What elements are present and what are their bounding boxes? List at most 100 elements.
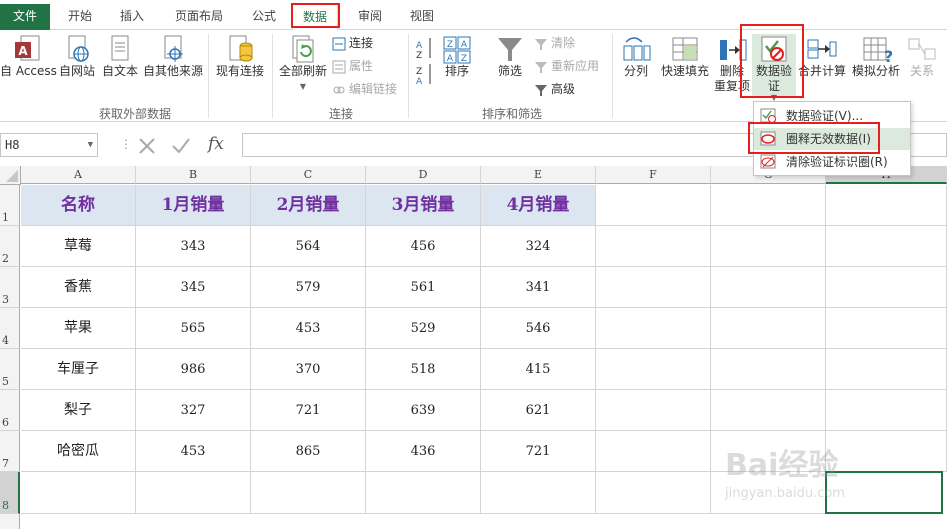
text-to-columns-button[interactable]: 分列 [616, 34, 656, 79]
table-cell[interactable]: 哈密瓜 [21, 431, 136, 472]
consolidate-button[interactable]: 合并计算 [796, 34, 848, 79]
from-text-button[interactable]: 自文本 [100, 34, 140, 79]
table-cell[interactable]: 456 [366, 226, 481, 267]
column-header-b[interactable]: B [136, 166, 251, 184]
row-header-1[interactable]: 1 [0, 185, 20, 226]
table-cell[interactable] [826, 349, 947, 390]
table-cell[interactable] [711, 431, 826, 472]
table-cell[interactable]: 345 [136, 267, 251, 308]
tab-page-layout[interactable]: 页面布局 [164, 4, 234, 28]
what-if-analysis-button[interactable]: ? 模拟分析 [850, 34, 902, 79]
table-cell[interactable] [711, 267, 826, 308]
insert-function-icon[interactable]: fx [208, 134, 224, 154]
sort-az-button[interactable]: A Z Z A [412, 36, 438, 86]
header-cell-mar[interactable]: 3月销量 [366, 185, 481, 226]
connections-button[interactable]: 连接 [332, 33, 373, 53]
header-cell-jan[interactable]: 1月销量 [136, 185, 251, 226]
table-cell[interactable]: 苹果 [21, 308, 136, 349]
table-cell[interactable] [826, 267, 947, 308]
row-header-7[interactable]: 7 [0, 431, 20, 472]
table-cell[interactable] [21, 472, 136, 514]
from-other-sources-button[interactable]: 自其他来源 [142, 34, 204, 79]
row-header-2[interactable]: 2 [0, 226, 20, 267]
table-cell[interactable] [826, 308, 947, 349]
clear-filter-button[interactable]: 清除 [534, 33, 575, 53]
row-header-6[interactable]: 6 [0, 390, 20, 431]
tab-formulas[interactable]: 公式 [242, 4, 286, 28]
table-cell[interactable] [596, 431, 711, 472]
header-cell-name[interactable]: 名称 [21, 185, 136, 226]
select-all-corner[interactable] [0, 166, 21, 185]
table-cell[interactable]: 986 [136, 349, 251, 390]
table-cell[interactable]: 草莓 [21, 226, 136, 267]
table-cell[interactable]: 621 [481, 390, 596, 431]
from-web-button[interactable]: 自网站 [56, 34, 98, 79]
table-cell[interactable]: 324 [481, 226, 596, 267]
header-cell-feb[interactable]: 2月销量 [251, 185, 366, 226]
cancel-icon[interactable] [136, 135, 158, 155]
table-cell[interactable] [596, 308, 711, 349]
tab-data[interactable]: 数据 [292, 4, 338, 31]
properties-button[interactable]: 属性 [332, 56, 373, 76]
table-cell[interactable] [136, 472, 251, 514]
table-cell[interactable]: 561 [366, 267, 481, 308]
table-cell[interactable] [366, 472, 481, 514]
advanced-filter-button[interactable]: 高级 [534, 79, 575, 99]
column-header-d[interactable]: D [366, 166, 481, 184]
column-header-f[interactable]: F [596, 166, 711, 184]
table-cell[interactable] [711, 472, 826, 514]
table-cell[interactable]: 341 [481, 267, 596, 308]
from-access-button[interactable]: A 自 Access [0, 34, 57, 79]
filter-button[interactable]: 筛选 [490, 34, 530, 79]
active-cell-h8[interactable] [825, 471, 943, 514]
table-cell[interactable]: 639 [366, 390, 481, 431]
tab-file[interactable]: 文件 [0, 4, 50, 30]
existing-connections-button[interactable]: 现有连接 [212, 34, 268, 79]
row-header-8[interactable]: 8 [0, 472, 20, 514]
table-cell[interactable] [596, 472, 711, 514]
table-cell[interactable]: 453 [136, 431, 251, 472]
reapply-button[interactable]: 重新应用 [534, 56, 599, 76]
table-cell[interactable] [826, 185, 947, 226]
table-cell[interactable] [596, 267, 711, 308]
flash-fill-button[interactable]: 快速填充 [658, 34, 712, 79]
table-cell[interactable]: 453 [251, 308, 366, 349]
relationships-button[interactable]: 关系 [902, 34, 942, 79]
table-cell[interactable]: 546 [481, 308, 596, 349]
table-cell[interactable] [826, 226, 947, 267]
name-box[interactable]: H8 ▼ [0, 133, 98, 157]
tab-home[interactable]: 开始 [58, 4, 102, 28]
table-cell[interactable] [711, 308, 826, 349]
table-cell[interactable]: 865 [251, 431, 366, 472]
table-cell[interactable] [711, 349, 826, 390]
table-cell[interactable]: 579 [251, 267, 366, 308]
tab-review[interactable]: 审阅 [348, 4, 392, 28]
enter-check-icon[interactable] [170, 135, 192, 155]
column-header-a[interactable]: A [21, 166, 136, 184]
table-cell[interactable] [826, 390, 947, 431]
header-cell-apr[interactable]: 4月销量 [481, 185, 596, 226]
table-cell[interactable] [596, 226, 711, 267]
column-header-e[interactable]: E [481, 166, 596, 184]
table-cell[interactable] [596, 349, 711, 390]
data-validation-button[interactable]: 数据验 证 ▼ [752, 34, 796, 102]
menu-item-clear-validation-circles[interactable]: 清除验证标识圈(R) [754, 151, 910, 173]
table-cell[interactable]: 370 [251, 349, 366, 390]
table-cell[interactable]: 721 [481, 431, 596, 472]
row-header-9[interactable] [0, 514, 20, 529]
table-cell[interactable]: 565 [136, 308, 251, 349]
tab-insert[interactable]: 插入 [110, 4, 154, 28]
row-header-5[interactable]: 5 [0, 349, 20, 390]
row-header-4[interactable]: 4 [0, 308, 20, 349]
remove-duplicates-button[interactable]: 删除 重复项 [712, 34, 752, 94]
table-cell[interactable]: 梨子 [21, 390, 136, 431]
sort-button[interactable]: Z A A Z 排序 [440, 34, 474, 79]
menu-item-circle-invalid-data[interactable]: 圈释无效数据(I) [754, 128, 910, 150]
menu-item-data-validation[interactable]: 数据验证(V)... [754, 105, 910, 127]
table-cell[interactable]: 327 [136, 390, 251, 431]
table-cell[interactable] [711, 226, 826, 267]
table-cell[interactable] [711, 390, 826, 431]
table-cell[interactable] [711, 185, 826, 226]
table-cell[interactable]: 564 [251, 226, 366, 267]
tab-view[interactable]: 视图 [400, 4, 444, 28]
